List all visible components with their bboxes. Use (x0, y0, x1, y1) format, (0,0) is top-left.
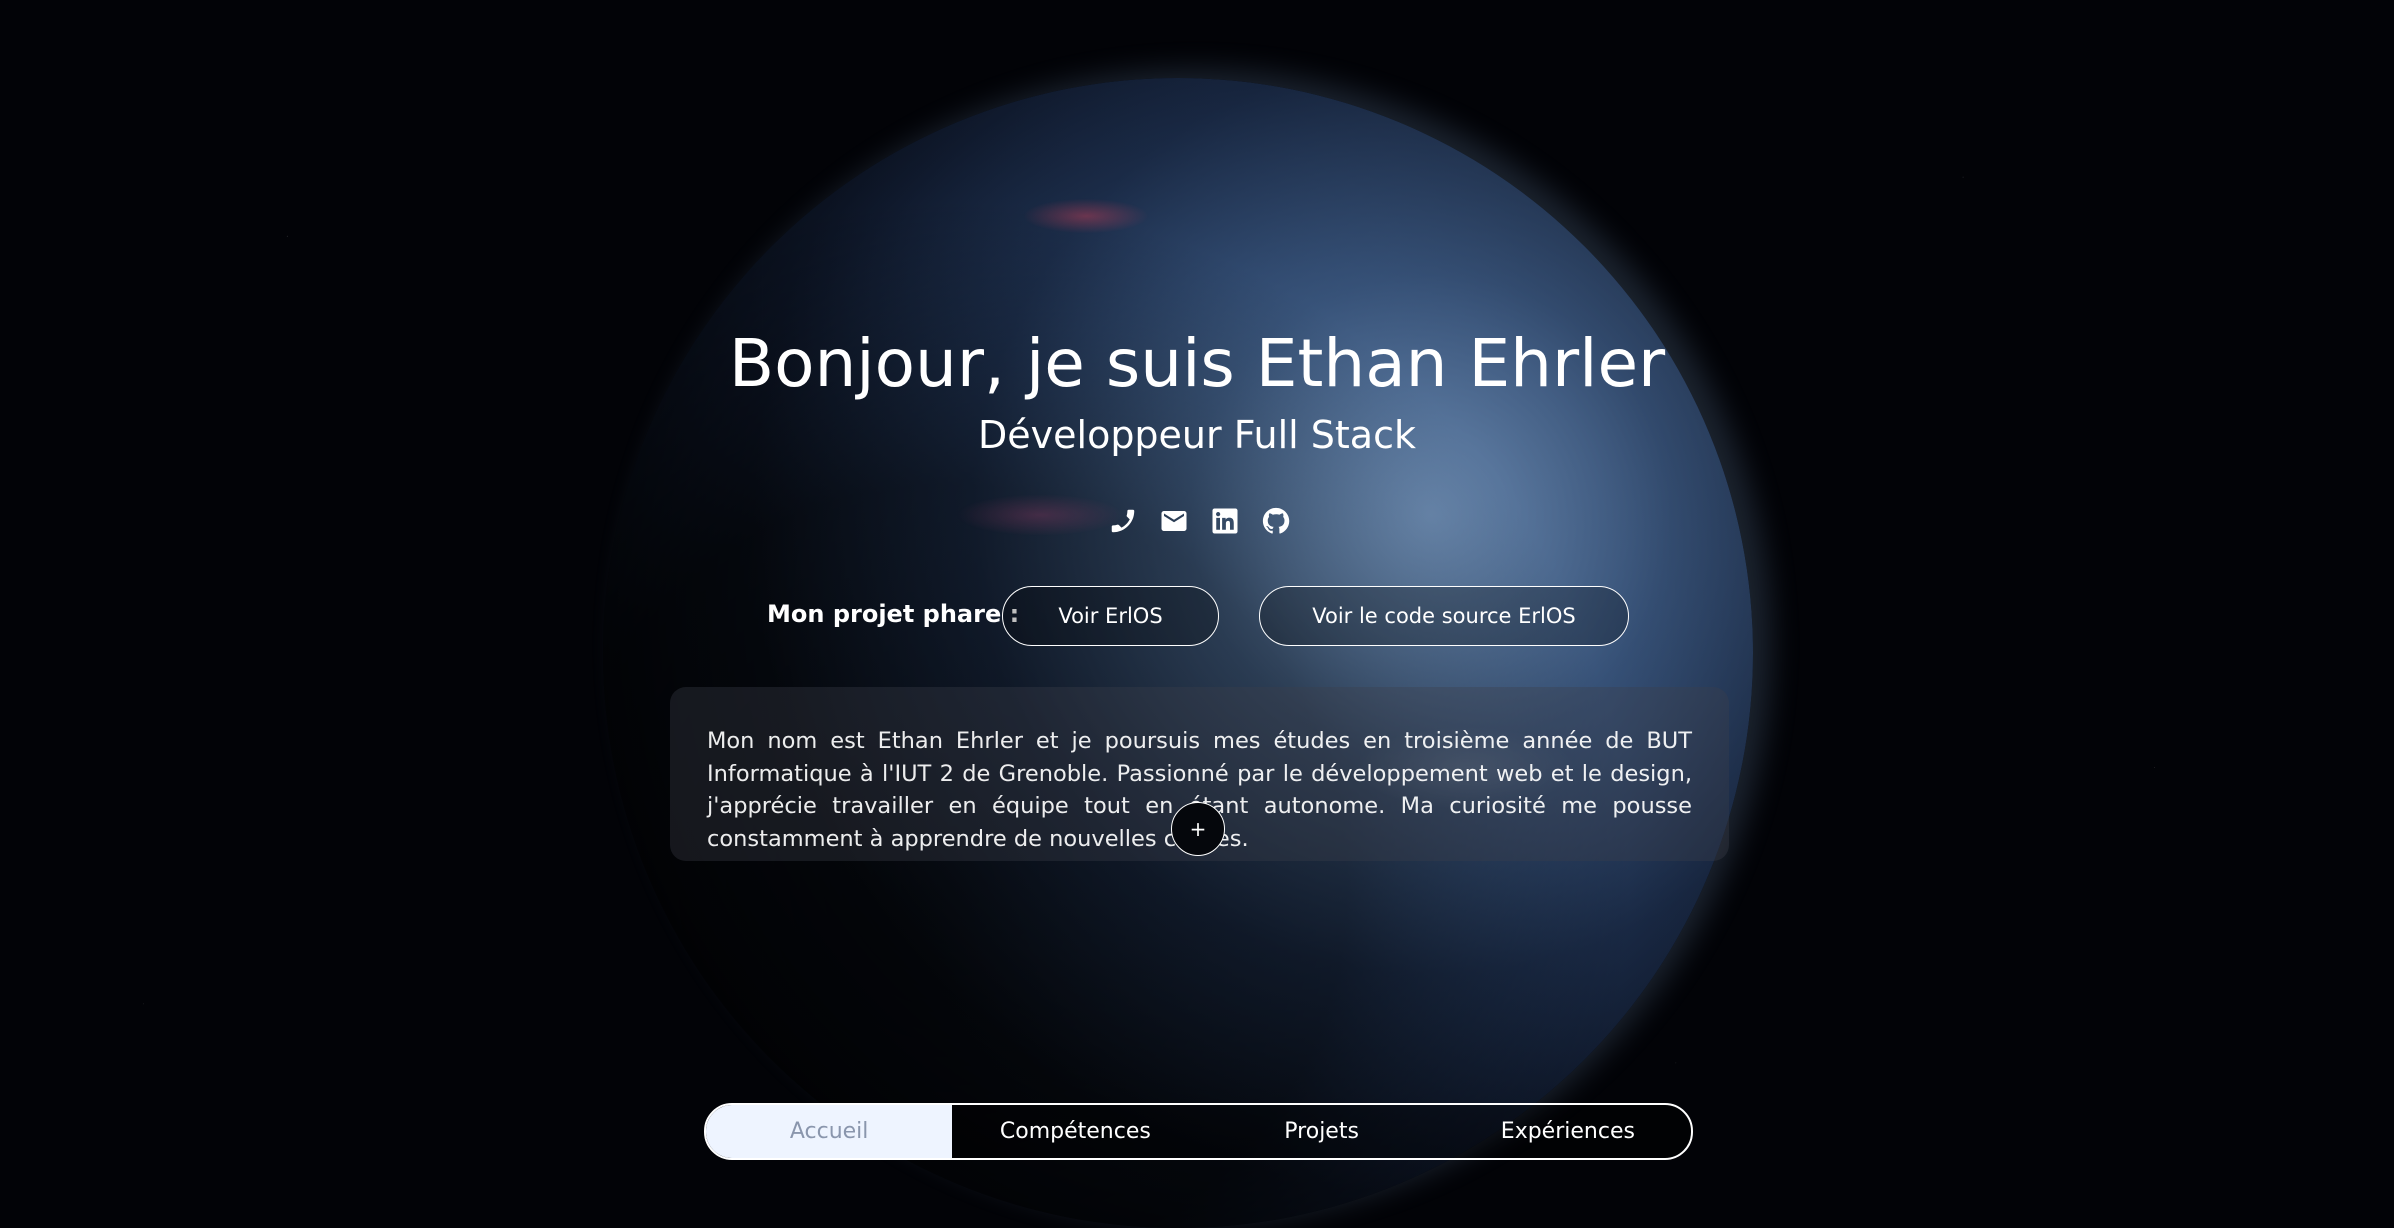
github-link[interactable] (1260, 505, 1292, 537)
linkedin-icon (1212, 508, 1238, 534)
view-erlos-source-button[interactable]: Voir le code source ErlOS (1259, 586, 1629, 646)
expand-about-button[interactable]: + (1171, 802, 1225, 856)
featured-project-label: Mon projet phare : (767, 600, 1020, 628)
nav-item-accueil[interactable]: Accueil (706, 1105, 953, 1158)
github-icon (1262, 507, 1290, 534)
page-title: Bonjour, je suis Ethan Ehrler (728, 325, 1666, 402)
linkedin-link[interactable] (1209, 505, 1241, 537)
nav-item-projets[interactable]: Projets (1199, 1105, 1445, 1158)
bottom-navigation: Accueil Compétences Projets Expériences (704, 1103, 1693, 1160)
phone-icon (1111, 509, 1135, 533)
page-subtitle: Développeur Full Stack (978, 413, 1416, 457)
email-link[interactable] (1158, 505, 1190, 537)
mail-icon (1161, 511, 1187, 531)
view-erlos-button[interactable]: Voir ErlOS (1002, 586, 1219, 646)
nav-item-competences[interactable]: Compétences (952, 1105, 1198, 1158)
nav-item-experiences[interactable]: Expériences (1445, 1105, 1691, 1158)
social-links (1107, 505, 1292, 537)
phone-link[interactable] (1107, 505, 1139, 537)
hero-section: Bonjour, je suis Ethan Ehrler Développeu… (0, 0, 2394, 1181)
